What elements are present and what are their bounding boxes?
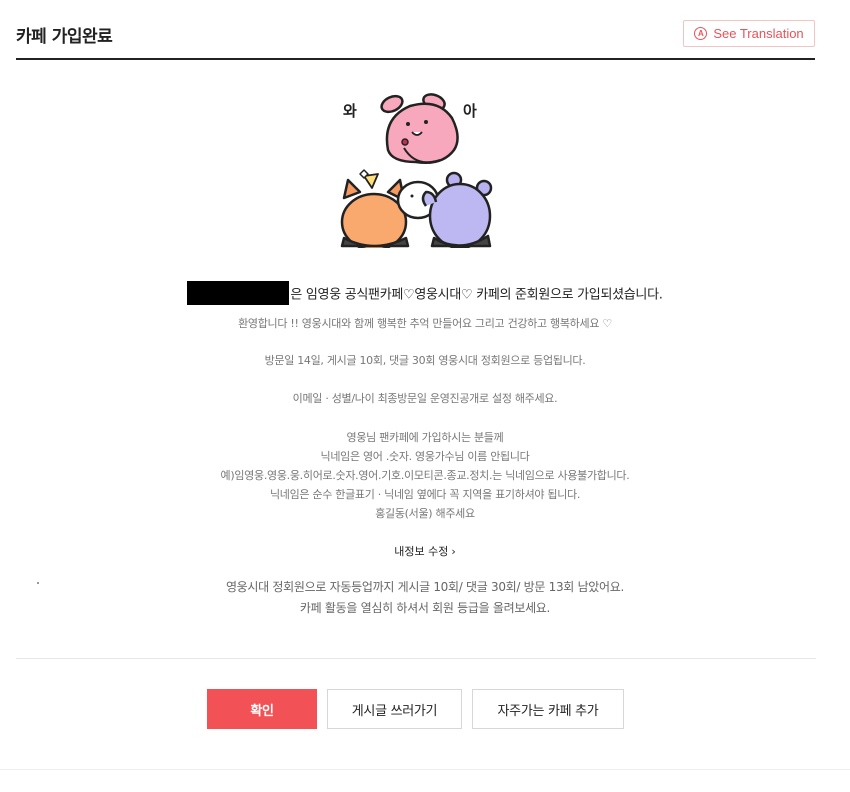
nickname-rule-3: 닉네임은 순수 한글표기 · 닉네임 옆에다 꼭 지역을 표기하셔야 됩니다. (269, 488, 581, 501)
translate-icon: A (694, 27, 708, 40)
see-translation-label: See Translation (713, 26, 804, 41)
pink-rabbit-icon (380, 93, 459, 164)
confirm-button[interactable]: 확인 (207, 689, 317, 729)
mascot-illustration: 와 아 (340, 93, 493, 248)
join-complete-message: 은 임영웅 공식팬카페♡영웅시대♡ 카페의 준회원으로 가입되셨습니다. (0, 281, 850, 307)
mascot-right-text: 아 (463, 102, 477, 120)
privacy-settings-text: 이메일 · 성별/나이 최종방문일 운영진공개로 설정 해주세요. (292, 392, 558, 405)
write-post-button[interactable]: 게시글 쓰러가기 (327, 689, 462, 729)
add-favorite-cafe-button[interactable]: 자주가는 카페 추가 (472, 689, 624, 729)
edit-profile-link[interactable]: 내정보 수정 › (0, 543, 850, 559)
fox-icon (340, 169, 410, 248)
edit-profile-label: 내정보 수정 (394, 545, 449, 558)
nickname-rule-1: 닉네임은 영어 .숫자. 영웅가수님 이름 안됩니다 (320, 450, 530, 463)
page-title: 카페 가입완료 (16, 27, 113, 47)
divider (16, 658, 816, 659)
auto-upgrade-info: 영웅시대 정회원으로 자동등업까지 게시글 10회/ 댓글 30회/ 방문 13… (0, 577, 850, 619)
join-complete-text: 은 임영웅 공식팬카페♡영웅시대♡ 카페의 준회원으로 가입되셨습니다. (290, 287, 663, 303)
chevron-right-icon: › (451, 545, 456, 558)
see-translation-button[interactable]: A See Translation (683, 20, 815, 47)
page-header: 카페 가입완료 A See Translation (16, 0, 815, 60)
bottom-divider (0, 769, 850, 770)
auto-upgrade-remaining: 영웅시대 정회원으로 자동등업까지 게시글 10회/ 댓글 30회/ 방문 13… (225, 580, 625, 594)
upgrade-criteria-text: 방문일 14일, 게시글 10회, 댓글 30회 영웅시대 정회원으로 등업됩니… (264, 354, 586, 367)
nickname-rule-2: 예)임영웅.영웅.웅.히어로.숫자.영어.기호.이모티콘.종교.정치.는 닉네임… (220, 469, 630, 482)
nickname-rules-heading: 영웅님 팬카페에 가입하시는 분들께 (346, 431, 504, 444)
redacted-nickname (187, 281, 290, 305)
purple-character-icon (421, 171, 493, 248)
auto-upgrade-encourage: 카페 활동을 열심히 하셔서 회원 등급을 올려보세요. (299, 601, 551, 615)
welcome-text: 환영합니다 !! 영웅시대와 함께 행복한 추억 만들어요 그리고 건강하고 행… (238, 317, 612, 330)
nickname-example: 홍길동(서울) 해주세요 (375, 507, 475, 520)
mascot-left-text: 와 (343, 102, 357, 120)
